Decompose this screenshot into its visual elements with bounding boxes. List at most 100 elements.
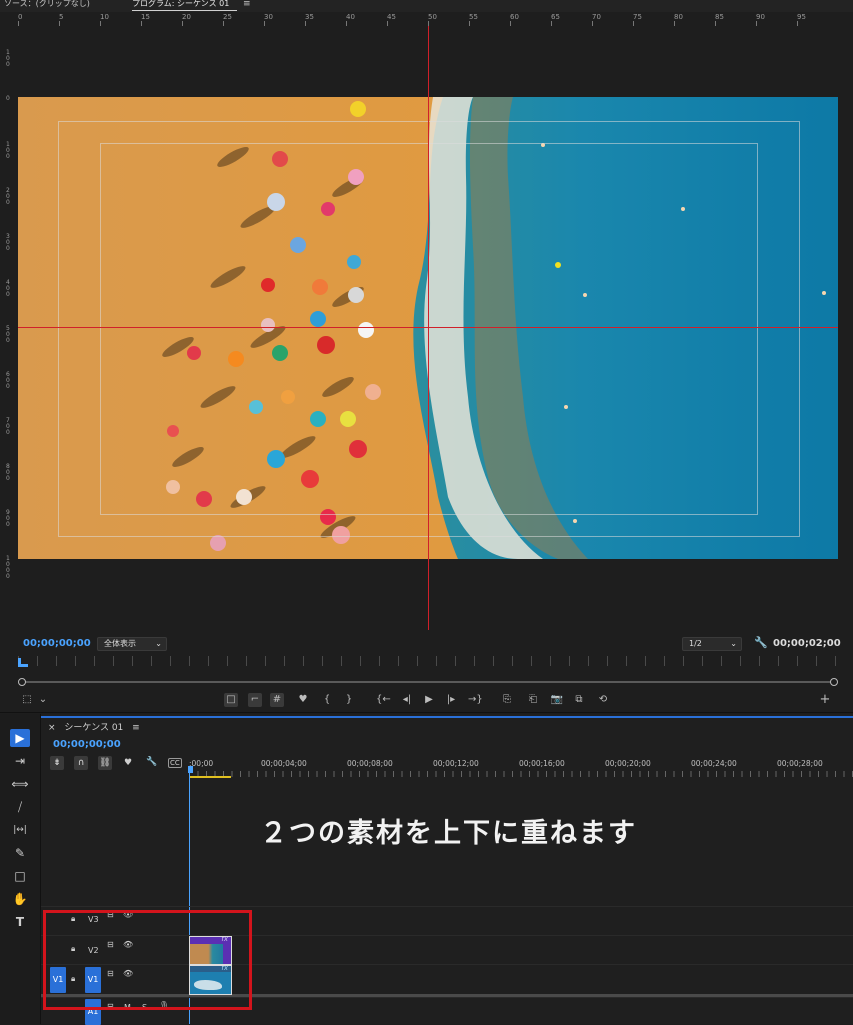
mark-in-icon[interactable]: { bbox=[320, 693, 334, 707]
ruler-tick bbox=[264, 21, 265, 26]
ruler-tick bbox=[674, 21, 675, 26]
tab-source[interactable]: ソース：(クリップなし) bbox=[4, 0, 90, 10]
play-icon[interactable]: ▶ bbox=[422, 693, 436, 707]
type-tool-icon[interactable]: T bbox=[10, 913, 30, 931]
transport-controls: □ ⌐ # ♥ {} {← ◂| ▶ |▸ →} ⎘ ⎗ 📷 ⧉ ⟲ bbox=[224, 693, 624, 709]
panel-tabs: ソース：(クリップなし) プログラム: シーケンス 01 ≡ bbox=[0, 0, 853, 12]
ruler-label: 35 bbox=[305, 13, 314, 21]
panel-focus-line bbox=[41, 716, 853, 718]
timeline-playhead-handle[interactable] bbox=[188, 766, 193, 773]
ruler-label: 75 bbox=[633, 13, 642, 21]
scroll-handle-right[interactable] bbox=[830, 678, 838, 686]
go-to-out-icon[interactable]: →} bbox=[468, 693, 483, 707]
go-to-in-icon[interactable]: {← bbox=[376, 693, 391, 707]
ruler-label: 85 bbox=[715, 13, 724, 21]
instruction-caption: ２つの素材を上下に重ねます bbox=[260, 818, 637, 849]
mark-out-icon[interactable]: } bbox=[342, 693, 356, 707]
duration-timecode: 00;00;02;00 bbox=[773, 638, 841, 649]
nest-toggle-icon[interactable]: ⇟ bbox=[50, 756, 64, 770]
snap-icon[interactable]: ∩ bbox=[74, 756, 88, 770]
timecode-tick-label: 00;00;24;00 bbox=[691, 759, 737, 768]
monitor-time-ruler[interactable] bbox=[18, 656, 838, 666]
timecode-tick-label: 00;00;16;00 bbox=[519, 759, 565, 768]
timeline-settings-icon[interactable]: 🔧 bbox=[146, 757, 157, 767]
ruler-tick bbox=[100, 21, 101, 26]
razor-tool-icon[interactable]: ⧸ bbox=[10, 798, 30, 816]
grid-icon[interactable]: # bbox=[270, 693, 284, 707]
export-frame-icon[interactable]: 📷 bbox=[550, 693, 564, 707]
ruler-tick bbox=[305, 21, 306, 26]
timecode-tick-label: 00;00;28;00 bbox=[777, 759, 823, 768]
timeline-ticks bbox=[189, 771, 853, 777]
timecode-tick-label: 00;00;20;00 bbox=[605, 759, 651, 768]
ruler-label: 100 bbox=[6, 49, 10, 68]
ruler-label: 200 bbox=[6, 187, 10, 206]
resolution-dropdown[interactable]: 1/2 ⌄ bbox=[682, 637, 742, 651]
scroll-handle-left[interactable] bbox=[18, 678, 26, 686]
ruler-tick bbox=[346, 21, 347, 26]
chevron-down-icon: ⌄ bbox=[155, 639, 162, 648]
ruler-tick bbox=[797, 21, 798, 26]
current-timecode[interactable]: 00;00;00;00 bbox=[23, 638, 91, 649]
ruler-label: 700 bbox=[6, 417, 10, 436]
panel-menu-icon[interactable]: ≡ bbox=[132, 723, 140, 733]
step-forward-icon[interactable]: |▸ bbox=[444, 693, 458, 707]
ruler-tick bbox=[715, 21, 716, 26]
sequence-timecode[interactable]: 00;00;00;00 bbox=[53, 739, 121, 750]
loop-icon[interactable]: ⟲ bbox=[596, 693, 610, 707]
ruler-label: 95 bbox=[797, 13, 806, 21]
vertical-guide[interactable] bbox=[428, 26, 429, 630]
lift-icon[interactable]: ⎘ bbox=[500, 693, 514, 707]
ruler-label: 25 bbox=[223, 13, 232, 21]
step-back-icon[interactable]: ◂| bbox=[400, 693, 414, 707]
ruler-label: 500 bbox=[6, 325, 10, 344]
ruler-label: 55 bbox=[469, 13, 478, 21]
ruler-label: 70 bbox=[592, 13, 601, 21]
ruler-label: 600 bbox=[6, 371, 10, 390]
pen-tool-icon[interactable]: ✎ bbox=[10, 844, 30, 862]
captions-icon[interactable]: CC bbox=[168, 758, 182, 768]
safe-margins-icon[interactable]: ⬚ bbox=[20, 693, 34, 707]
compare-icon[interactable]: ⧉ bbox=[572, 693, 586, 707]
ruler-tick bbox=[59, 21, 60, 26]
ruler-label: 30 bbox=[264, 13, 273, 21]
toggle-overlay-icon[interactable]: ⌐ bbox=[248, 693, 262, 707]
panel-menu-icon[interactable]: ≡ bbox=[243, 0, 251, 10]
ruler-label: 40 bbox=[346, 13, 355, 21]
rectangle-tool-icon[interactable]: □ bbox=[10, 867, 30, 885]
monitor-playhead[interactable] bbox=[18, 658, 28, 667]
tools-panel: ▶ ⇥ ⟺ ⧸ |↔| ✎ □ ✋ T bbox=[0, 714, 41, 1024]
ripple-edit-tool-icon[interactable]: ⟺ bbox=[10, 775, 30, 793]
linked-selection-icon[interactable]: ⛓ bbox=[98, 756, 112, 770]
sequence-tab[interactable]: × シーケンス 01 ≡ bbox=[48, 720, 140, 733]
zoom-dropdown[interactable]: 全体表示 ⌄ bbox=[97, 637, 167, 651]
hand-tool-icon[interactable]: ✋ bbox=[10, 890, 30, 908]
ruler-label: 20 bbox=[182, 13, 191, 21]
safe-margins-toggle-icon[interactable]: □ bbox=[224, 693, 238, 707]
slip-tool-icon[interactable]: |↔| bbox=[10, 821, 30, 839]
selection-tool-icon[interactable]: ▶ bbox=[10, 729, 30, 747]
ruler-label: 80 bbox=[674, 13, 683, 21]
ruler-label: 60 bbox=[510, 13, 519, 21]
timecode-tick-label: 00;00;04;00 bbox=[261, 759, 307, 768]
horizontal-guide[interactable] bbox=[18, 327, 838, 328]
add-button-icon[interactable]: + bbox=[818, 693, 832, 707]
ruler-label: 0 bbox=[6, 95, 10, 102]
tab-program[interactable]: プログラム: シーケンス 01 bbox=[132, 0, 229, 10]
zoom-scrollbar[interactable] bbox=[22, 681, 834, 683]
ruler-tick bbox=[510, 21, 511, 26]
chevron-down-icon: ⌄ bbox=[730, 639, 737, 648]
active-tab-underline bbox=[132, 10, 237, 11]
chevron-down-icon[interactable]: ⌄ bbox=[36, 693, 50, 707]
add-marker-icon[interactable]: ♥ bbox=[124, 758, 132, 768]
track-select-tool-icon[interactable]: ⇥ bbox=[10, 752, 30, 770]
ruler-tick bbox=[633, 21, 634, 26]
ruler-tick bbox=[756, 21, 757, 26]
work-area-bar[interactable] bbox=[190, 776, 231, 778]
ruler-label: 65 bbox=[551, 13, 560, 21]
ruler-tick bbox=[551, 21, 552, 26]
extract-icon[interactable]: ⎗ bbox=[526, 693, 540, 707]
wrench-icon[interactable]: 🔧 bbox=[754, 636, 768, 649]
close-icon[interactable]: × bbox=[48, 723, 56, 733]
add-marker-icon[interactable]: ♥ bbox=[296, 693, 310, 707]
